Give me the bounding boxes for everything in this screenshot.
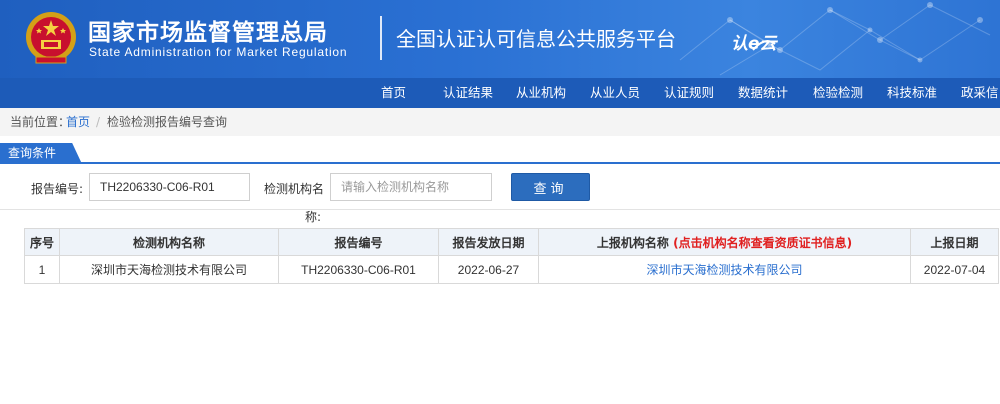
- nav-item-personnel[interactable]: 从业人员: [590, 78, 640, 108]
- report-no-label: 报告编号:: [31, 182, 84, 196]
- reporting-org-header-note: (点击机构名称查看资质证书信息): [673, 235, 853, 250]
- nav-item-inspection[interactable]: 检验检测: [813, 78, 863, 108]
- col-seq-header: 序号: [24, 228, 60, 256]
- org-name-label: 检测机构名: [264, 182, 325, 196]
- network-decoration: [679, 2, 991, 76]
- cell-issue-date: 2022-06-27: [438, 255, 539, 284]
- site-banner: 国家市场监督管理总局 State Administration for Mark…: [0, 0, 1000, 78]
- col-reporting-org-header: 上报机构名称 (点击机构名称查看资质证书信息): [538, 228, 911, 256]
- nav-item-home[interactable]: 首页: [381, 78, 406, 108]
- col-report-date-header: 上报日期: [910, 228, 999, 256]
- col-report-no-header: 报告编号: [278, 228, 439, 256]
- nav-item-procurement[interactable]: 政采信: [961, 78, 999, 108]
- cell-report-date: 2022-07-04: [910, 255, 999, 284]
- agency-name-zh: 国家市场监督管理总局: [88, 20, 328, 46]
- platform-logo: 认e云: [731, 34, 779, 54]
- col-issue-date-header: 报告发放日期: [438, 228, 539, 256]
- main-nav: 首页 认证结果 从业机构 从业人员 认证规则 数据统计 检验检测 科技标准 政采…: [0, 78, 1000, 108]
- reporting-org-header-label: 上报机构名称: [596, 235, 669, 250]
- form-bottom-divider: [0, 209, 1000, 210]
- cell-seq: 1: [24, 255, 60, 284]
- nav-item-cert-rules[interactable]: 认证规则: [664, 78, 714, 108]
- col-org-header: 检测机构名称: [59, 228, 279, 256]
- breadcrumb: 当前位置： 首页 / 检验检测报告编号查询: [0, 108, 1000, 136]
- query-section-divider: [0, 162, 1000, 164]
- breadcrumb-home-link[interactable]: 首页: [66, 108, 90, 136]
- query-section-title: 查询条件: [0, 143, 82, 164]
- cell-reporting-org-link[interactable]: 深圳市天海检测技术有限公司: [538, 255, 911, 284]
- breadcrumb-separator: /: [96, 115, 101, 129]
- nav-item-cert-results[interactable]: 认证结果: [443, 78, 493, 108]
- results-table: 序号 检测机构名称 报告编号 报告发放日期 上报机构名称 (点击机构名称查看资质…: [24, 228, 999, 284]
- breadcrumb-prefix: 当前位置：: [10, 115, 71, 129]
- national-emblem-icon: [26, 12, 76, 64]
- cell-org: 深圳市天海检测技术有限公司: [59, 255, 279, 284]
- agency-name-en: State Administration for Market Regulati…: [89, 45, 348, 59]
- nav-item-statistics[interactable]: 数据统计: [738, 78, 788, 108]
- nav-item-standards[interactable]: 科技标准: [887, 78, 937, 108]
- platform-title: 全国认证认可信息公共服务平台: [396, 27, 676, 51]
- cell-report-no: TH2206330-C06-R01: [278, 255, 439, 284]
- report-no-input[interactable]: [89, 173, 250, 201]
- query-button[interactable]: 查询: [511, 173, 590, 201]
- nav-item-institutions[interactable]: 从业机构: [516, 78, 566, 108]
- breadcrumb-current: 检验检测报告编号查询: [107, 115, 228, 129]
- platform-logo-text: 认e云: [731, 34, 779, 54]
- org-name-label-wrap: 称:: [305, 210, 322, 224]
- org-name-input[interactable]: [330, 173, 492, 201]
- table-header-row: 序号 检测机构名称 报告编号 报告发放日期 上报机构名称 (点击机构名称查看资质…: [24, 228, 999, 256]
- table-row: 1 深圳市天海检测技术有限公司 TH2206330-C06-R01 2022-0…: [24, 255, 999, 284]
- banner-divider: [380, 16, 382, 60]
